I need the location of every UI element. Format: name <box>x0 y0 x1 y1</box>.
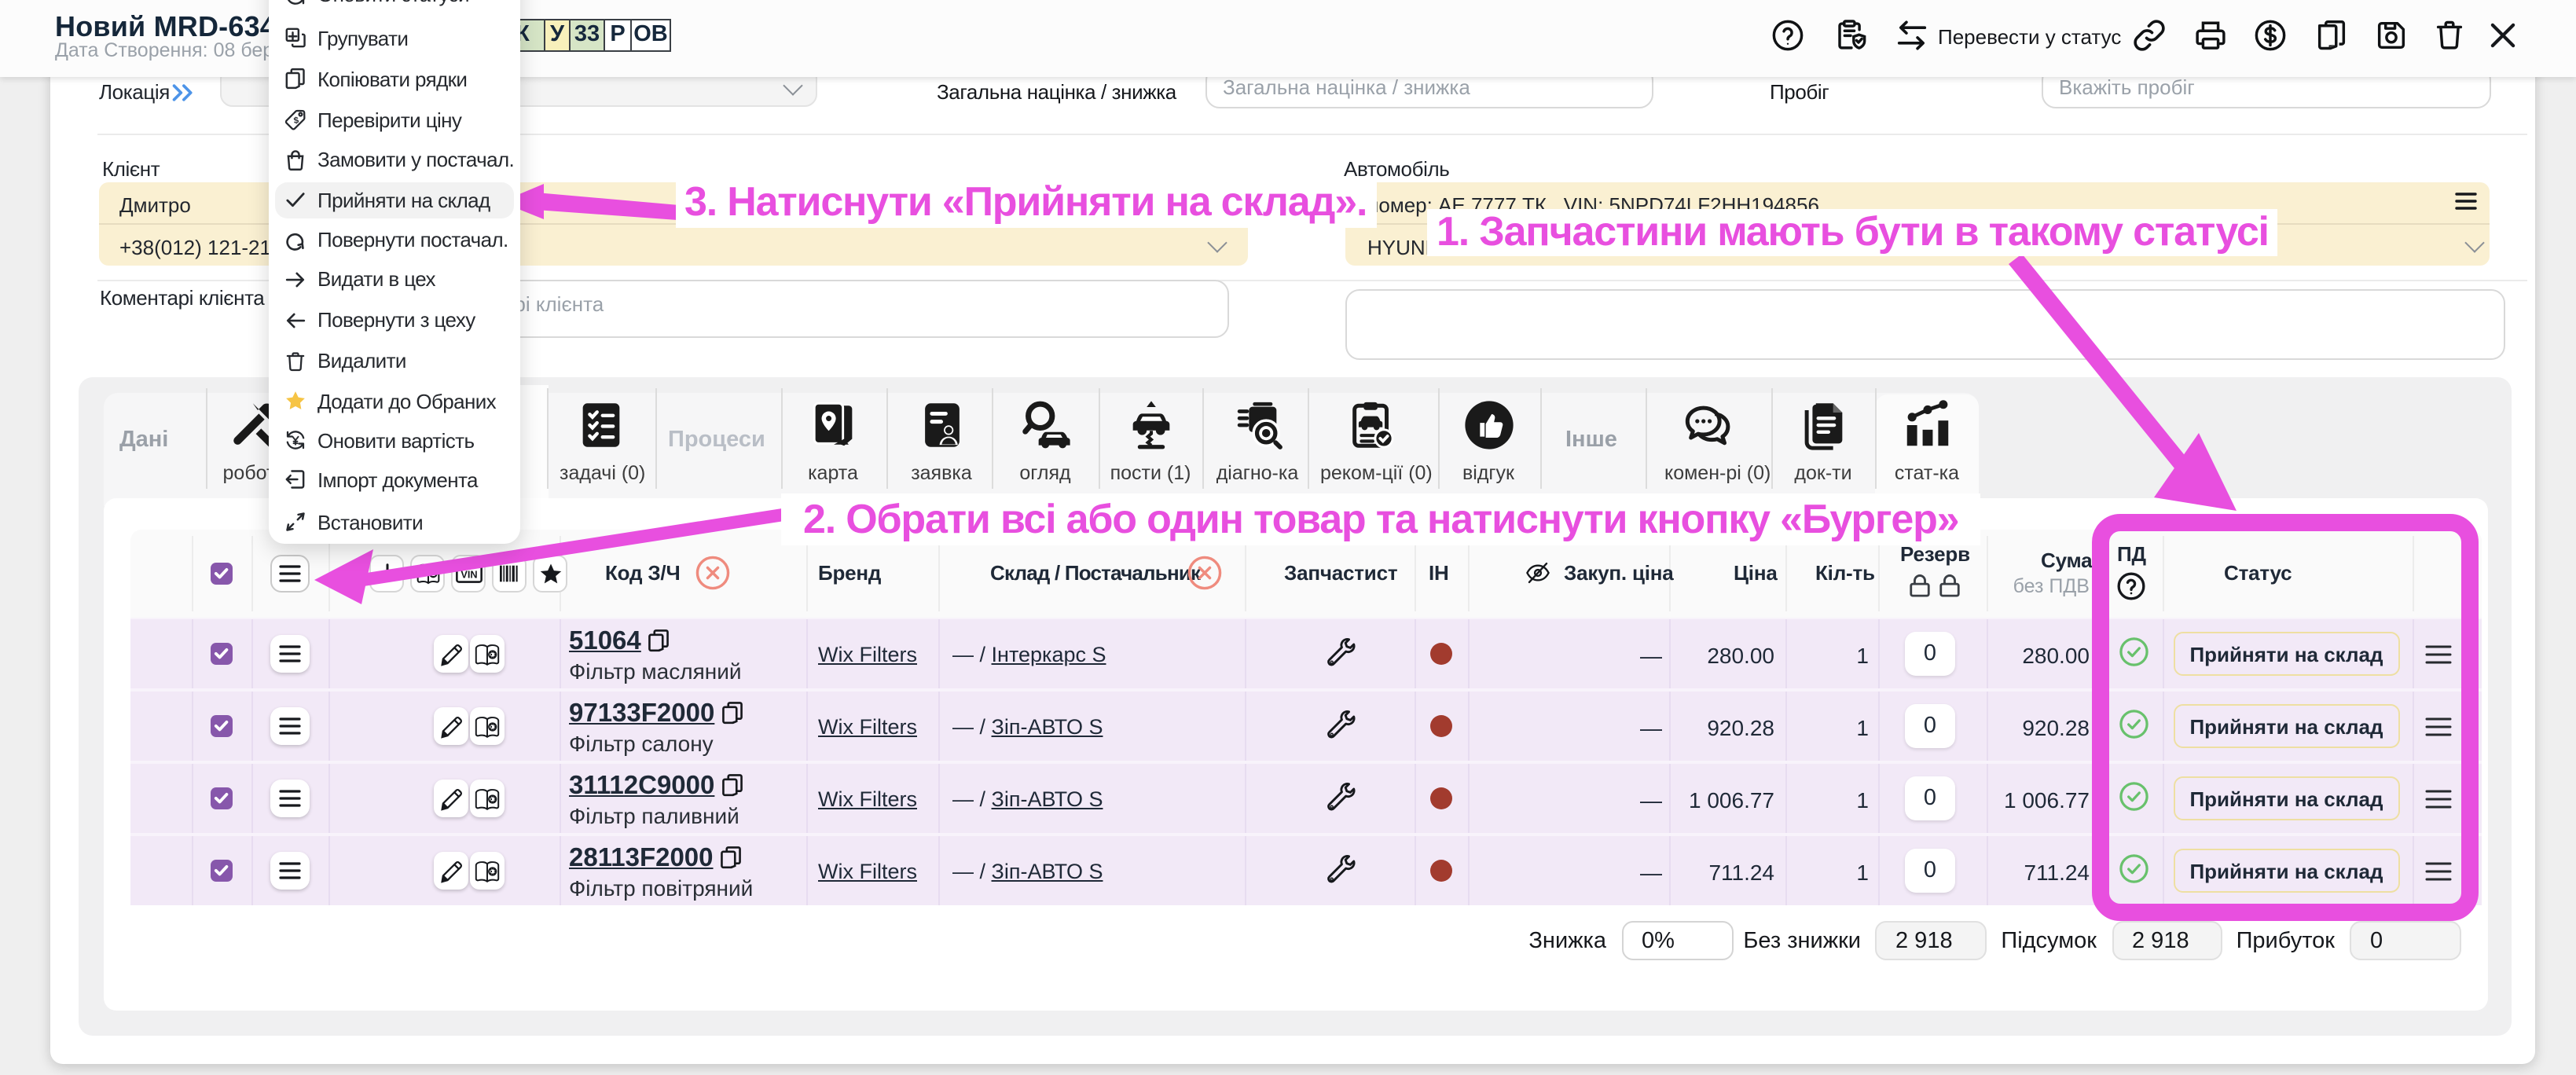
svg-text:$: $ <box>293 116 300 126</box>
svg-text:VIN: VIN <box>460 567 476 579</box>
